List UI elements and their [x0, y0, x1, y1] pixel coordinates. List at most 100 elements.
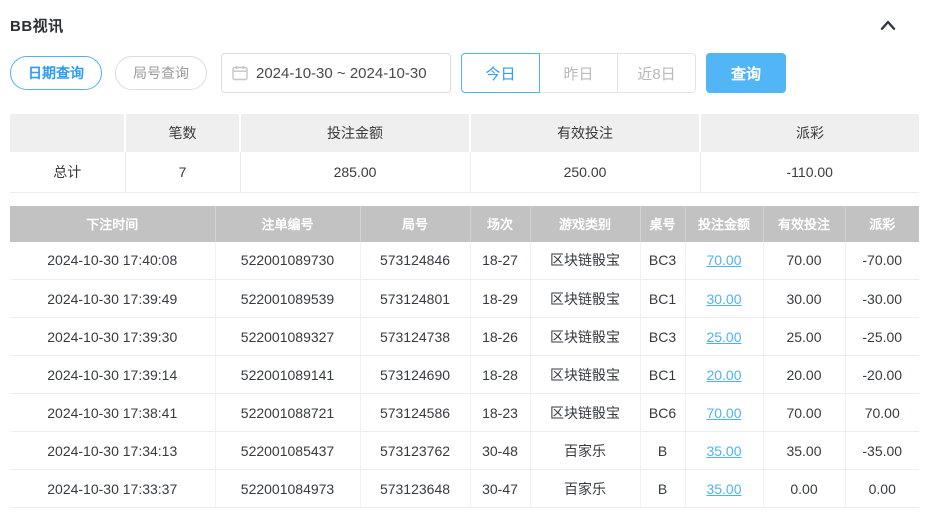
bet-amount-link[interactable]: 35.00	[706, 481, 741, 497]
bet-amount-link[interactable]: 25.00	[706, 329, 741, 345]
table-row: 2024-10-30 17:40:08522001089730573124846…	[10, 242, 919, 280]
cell-valid-bet: 70.00	[763, 242, 845, 280]
cell-payout: 70.00	[845, 394, 919, 432]
cell-order-number: 522001084973	[215, 470, 360, 508]
cell-bet-time: 2024-10-30 17:34:13	[10, 432, 215, 470]
bet-amount-link[interactable]: 30.00	[706, 291, 741, 307]
cell-game-type: 区块链骰宝	[530, 280, 640, 318]
table-row: 2024-10-30 17:38:41522001088721573124586…	[10, 394, 919, 432]
cell-payout: -30.00	[845, 280, 919, 318]
cell-round-number: 573124846	[360, 242, 470, 280]
header-table-number: 桌号	[640, 206, 685, 242]
cell-order-number: 522001089539	[215, 280, 360, 318]
cell-table-number: BC1	[640, 356, 685, 394]
cell-table-number: BC6	[640, 394, 685, 432]
cell-order-number: 522001089730	[215, 242, 360, 280]
cell-session: 30-47	[470, 470, 530, 508]
tab-date-query[interactable]: 日期查询	[10, 56, 102, 90]
cell-valid-bet: 25.00	[763, 318, 845, 356]
cell-table-number: B	[640, 432, 685, 470]
cell-bet-amount: 20.00	[685, 356, 763, 394]
cell-payout: 0.00	[845, 470, 919, 508]
cell-bet-amount: 35.00	[685, 432, 763, 470]
summary-total-count: 7	[125, 152, 240, 192]
bet-amount-link[interactable]: 35.00	[706, 443, 741, 459]
quick-filter-today[interactable]: 今日	[461, 53, 540, 93]
cell-round-number: 573124738	[360, 318, 470, 356]
cell-bet-amount: 70.00	[685, 394, 763, 432]
cell-bet-amount: 30.00	[685, 280, 763, 318]
cell-bet-amount: 25.00	[685, 318, 763, 356]
summary-table: 笔数 投注金额 有效投注 派彩 总计 7 285.00 250.00 -110.…	[10, 114, 919, 193]
cell-valid-bet: 35.00	[763, 432, 845, 470]
cell-table-number: BC3	[640, 242, 685, 280]
table-row: 2024-10-30 17:39:49522001089539573124801…	[10, 280, 919, 318]
cell-order-number: 522001088721	[215, 394, 360, 432]
cell-bet-time: 2024-10-30 17:39:30	[10, 318, 215, 356]
summary-header-row: 笔数 投注金额 有效投注 派彩	[10, 114, 919, 152]
bets-table: 下注时间 注单编号 局号 场次 游戏类别 桌号 投注金额 有效投注 派彩 202…	[10, 206, 919, 509]
panel-header: BB视讯	[10, 0, 919, 37]
calendar-icon	[232, 65, 248, 81]
bet-amount-link[interactable]: 70.00	[706, 252, 741, 268]
cell-payout: -35.00	[845, 432, 919, 470]
cell-session: 18-28	[470, 356, 530, 394]
date-range-input[interactable]: 2024-10-30 ~ 2024-10-30	[221, 53, 451, 93]
summary-header-bet-amount: 投注金额	[240, 114, 470, 152]
cell-table-number: BC1	[640, 280, 685, 318]
cell-round-number: 573123762	[360, 432, 470, 470]
date-range-value: 2024-10-30 ~ 2024-10-30	[256, 65, 427, 82]
cell-bet-time: 2024-10-30 17:39:49	[10, 280, 215, 318]
quick-filter-yesterday[interactable]: 昨日	[539, 53, 618, 93]
cell-valid-bet: 30.00	[763, 280, 845, 318]
cell-game-type: 百家乐	[530, 432, 640, 470]
bet-amount-link[interactable]: 20.00	[706, 367, 741, 383]
bb-video-panel: BB视讯 日期查询 局号查询 2024-10-30 ~ 2024-10-30 今…	[0, 0, 929, 508]
cell-round-number: 573123648	[360, 470, 470, 508]
cell-game-type: 区块链骰宝	[530, 356, 640, 394]
summary-total-payout: -110.00	[700, 152, 919, 192]
bets-header-row: 下注时间 注单编号 局号 场次 游戏类别 桌号 投注金额 有效投注 派彩	[10, 206, 919, 242]
summary-header-payout: 派彩	[700, 114, 919, 152]
table-row: 2024-10-30 17:33:37522001084973573123648…	[10, 470, 919, 508]
cell-payout: -20.00	[845, 356, 919, 394]
cell-session: 18-26	[470, 318, 530, 356]
cell-bet-time: 2024-10-30 17:40:08	[10, 242, 215, 280]
cell-session: 18-29	[470, 280, 530, 318]
quick-filter-last-8-days[interactable]: 近8日	[617, 53, 696, 93]
quick-filter-group: 今日 昨日 近8日	[461, 53, 696, 93]
cell-bet-time: 2024-10-30 17:38:41	[10, 394, 215, 432]
cell-bet-time: 2024-10-30 17:33:37	[10, 470, 215, 508]
bets-table-body: 2024-10-30 17:40:08522001089730573124846…	[10, 242, 919, 508]
summary-total-valid-bet: 250.00	[470, 152, 700, 192]
collapse-button[interactable]	[877, 16, 899, 34]
summary-header-count: 笔数	[125, 114, 240, 152]
summary-total-row: 总计 7 285.00 250.00 -110.00	[10, 152, 919, 192]
summary-total-label: 总计	[10, 152, 125, 192]
cell-table-number: BC3	[640, 318, 685, 356]
header-session: 场次	[470, 206, 530, 242]
cell-order-number: 522001085437	[215, 432, 360, 470]
table-row: 2024-10-30 17:39:14522001089141573124690…	[10, 356, 919, 394]
tab-round-query[interactable]: 局号查询	[115, 56, 207, 90]
header-round-number: 局号	[360, 206, 470, 242]
cell-bet-amount: 35.00	[685, 470, 763, 508]
cell-game-type: 区块链骰宝	[530, 394, 640, 432]
search-button[interactable]: 查询	[706, 53, 786, 93]
cell-payout: -25.00	[845, 318, 919, 356]
header-order-number: 注单编号	[215, 206, 360, 242]
header-bet-time: 下注时间	[10, 206, 215, 242]
header-bet-amount: 投注金额	[685, 206, 763, 242]
summary-header-valid-bet: 有效投注	[470, 114, 700, 152]
cell-order-number: 522001089141	[215, 356, 360, 394]
cell-round-number: 573124690	[360, 356, 470, 394]
cell-bet-amount: 70.00	[685, 242, 763, 280]
bet-amount-link[interactable]: 70.00	[706, 405, 741, 421]
table-row: 2024-10-30 17:39:30522001089327573124738…	[10, 318, 919, 356]
toolbar: 日期查询 局号查询 2024-10-30 ~ 2024-10-30 今日 昨日 …	[10, 53, 919, 93]
summary-header-empty	[10, 114, 125, 152]
header-valid-bet: 有效投注	[763, 206, 845, 242]
cell-round-number: 573124801	[360, 280, 470, 318]
chevron-up-icon	[879, 20, 897, 35]
cell-session: 18-27	[470, 242, 530, 280]
